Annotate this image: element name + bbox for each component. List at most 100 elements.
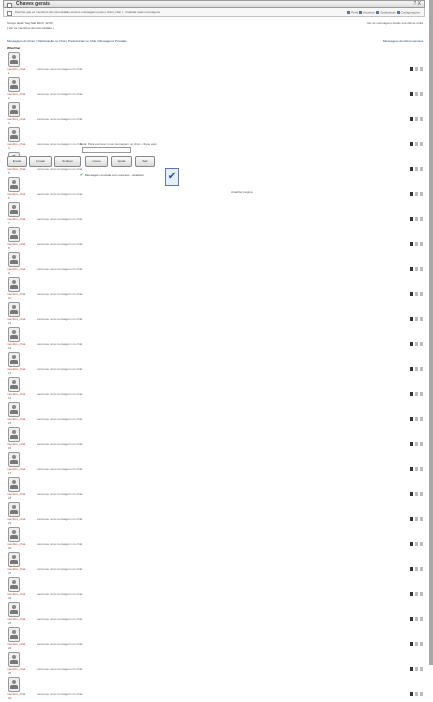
avatar[interactable] — [8, 427, 20, 442]
subbar-checkbox[interactable] — [7, 11, 12, 16]
quote-icon[interactable] — [410, 167, 413, 171]
avatar[interactable] — [8, 477, 20, 492]
delete-icon[interactable] — [420, 292, 423, 296]
quote-icon[interactable] — [410, 642, 413, 646]
quote-icon[interactable] — [410, 592, 413, 596]
window-controls[interactable]: ? X — [413, 2, 421, 7]
edit-icon[interactable] — [415, 292, 418, 296]
delete-icon[interactable] — [420, 367, 423, 371]
avatar[interactable] — [8, 627, 20, 642]
edit-icon[interactable] — [415, 267, 418, 271]
view-members-link[interactable]: [ Ver os membros da comunidade ] — [7, 27, 54, 30]
edit-icon[interactable] — [415, 467, 418, 471]
quote-icon[interactable] — [410, 567, 413, 571]
delete-icon[interactable] — [420, 392, 423, 396]
new-messages-link[interactable]: Ver as mensagens desde sua última visita — [367, 22, 423, 25]
edit-icon[interactable] — [415, 392, 418, 396]
delete-icon[interactable] — [420, 667, 423, 671]
quote-icon[interactable] — [410, 217, 413, 221]
quote-icon[interactable] — [410, 667, 413, 671]
delete-icon[interactable] — [420, 92, 423, 96]
edit-icon[interactable] — [415, 117, 418, 121]
edit-icon[interactable] — [415, 592, 418, 596]
smileys-button[interactable]: Smileys — [54, 156, 81, 167]
edit-icon[interactable] — [415, 167, 418, 171]
avatar[interactable] — [8, 402, 20, 417]
delete-icon[interactable] — [420, 692, 423, 696]
avatar[interactable] — [8, 77, 20, 92]
avatar[interactable] — [8, 452, 20, 467]
quote-icon[interactable] — [410, 142, 413, 146]
subbar-link-users[interactable]: Usuários — [363, 10, 375, 14]
send-button[interactable]: Enviar — [7, 156, 27, 167]
delete-icon[interactable] — [420, 617, 423, 621]
edit-icon[interactable] — [415, 667, 418, 671]
edit-icon[interactable] — [415, 342, 418, 346]
refresh-link[interactable]: Atualizar página — [231, 191, 253, 194]
quote-icon[interactable] — [410, 442, 413, 446]
quote-icon[interactable] — [410, 317, 413, 321]
avatar[interactable] — [8, 327, 20, 342]
edit-icon[interactable] — [415, 417, 418, 421]
delete-icon[interactable] — [420, 442, 423, 446]
delete-icon[interactable] — [420, 142, 423, 146]
quote-icon[interactable] — [410, 692, 413, 696]
edit-icon[interactable] — [415, 542, 418, 546]
edit-icon[interactable] — [415, 617, 418, 621]
avatar[interactable] — [8, 352, 20, 367]
quote-icon[interactable] — [410, 517, 413, 521]
subbar-link-settings[interactable]: Configurações — [401, 10, 420, 14]
edit-icon[interactable] — [415, 567, 418, 571]
delete-icon[interactable] — [420, 342, 423, 346]
edit-icon[interactable] — [415, 517, 418, 521]
delete-icon[interactable] — [420, 592, 423, 596]
delete-icon[interactable] — [420, 117, 423, 121]
quote-icon[interactable] — [410, 417, 413, 421]
avatar[interactable] — [8, 277, 20, 292]
quote-icon[interactable] — [410, 292, 413, 296]
subbar-link-profile[interactable]: Perfil — [351, 10, 358, 14]
last-week-link[interactable]: Mensagens da última semana — [383, 40, 423, 43]
nav-links[interactable]: Mensagens do fórum | Participação no Cha… — [7, 40, 127, 43]
quote-icon[interactable] — [410, 117, 413, 121]
edit-icon[interactable] — [415, 67, 418, 71]
avatar[interactable] — [8, 502, 20, 517]
edit-icon[interactable] — [415, 192, 418, 196]
delete-icon[interactable] — [420, 492, 423, 496]
avatar[interactable] — [8, 52, 20, 67]
delete-icon[interactable] — [420, 217, 423, 221]
help-button[interactable]: Ajuda — [111, 156, 132, 167]
quote-icon[interactable] — [410, 267, 413, 271]
avatar[interactable] — [8, 227, 20, 242]
delete-icon[interactable] — [420, 467, 423, 471]
avatar[interactable] — [8, 302, 20, 317]
delete-icon[interactable] — [420, 192, 423, 196]
quote-icon[interactable] — [410, 342, 413, 346]
delete-icon[interactable] — [420, 417, 423, 421]
quote-icon[interactable] — [410, 392, 413, 396]
avatar[interactable] — [8, 377, 20, 392]
edit-icon[interactable] — [415, 242, 418, 246]
avatar[interactable] — [8, 252, 20, 267]
avatar[interactable] — [8, 102, 20, 117]
clear-button[interactable]: Limpar — [29, 156, 52, 167]
avatar[interactable] — [8, 527, 20, 542]
avatar[interactable] — [8, 127, 20, 142]
quote-icon[interactable] — [410, 367, 413, 371]
delete-icon[interactable] — [420, 542, 423, 546]
delete-icon[interactable] — [420, 267, 423, 271]
edit-icon[interactable] — [415, 442, 418, 446]
delete-icon[interactable] — [420, 242, 423, 246]
subbar-link-stats[interactable]: Estatísticas — [380, 10, 395, 14]
quote-icon[interactable] — [410, 67, 413, 71]
quote-icon[interactable] — [410, 192, 413, 196]
quote-icon[interactable] — [410, 492, 413, 496]
username-link[interactable]: membro_chat — [7, 668, 25, 671]
quote-icon[interactable] — [410, 542, 413, 546]
avatar[interactable] — [8, 552, 20, 567]
edit-icon[interactable] — [415, 642, 418, 646]
edit-icon[interactable] — [415, 92, 418, 96]
delete-icon[interactable] — [420, 67, 423, 71]
quote-icon[interactable] — [410, 242, 413, 246]
quote-icon[interactable] — [410, 617, 413, 621]
